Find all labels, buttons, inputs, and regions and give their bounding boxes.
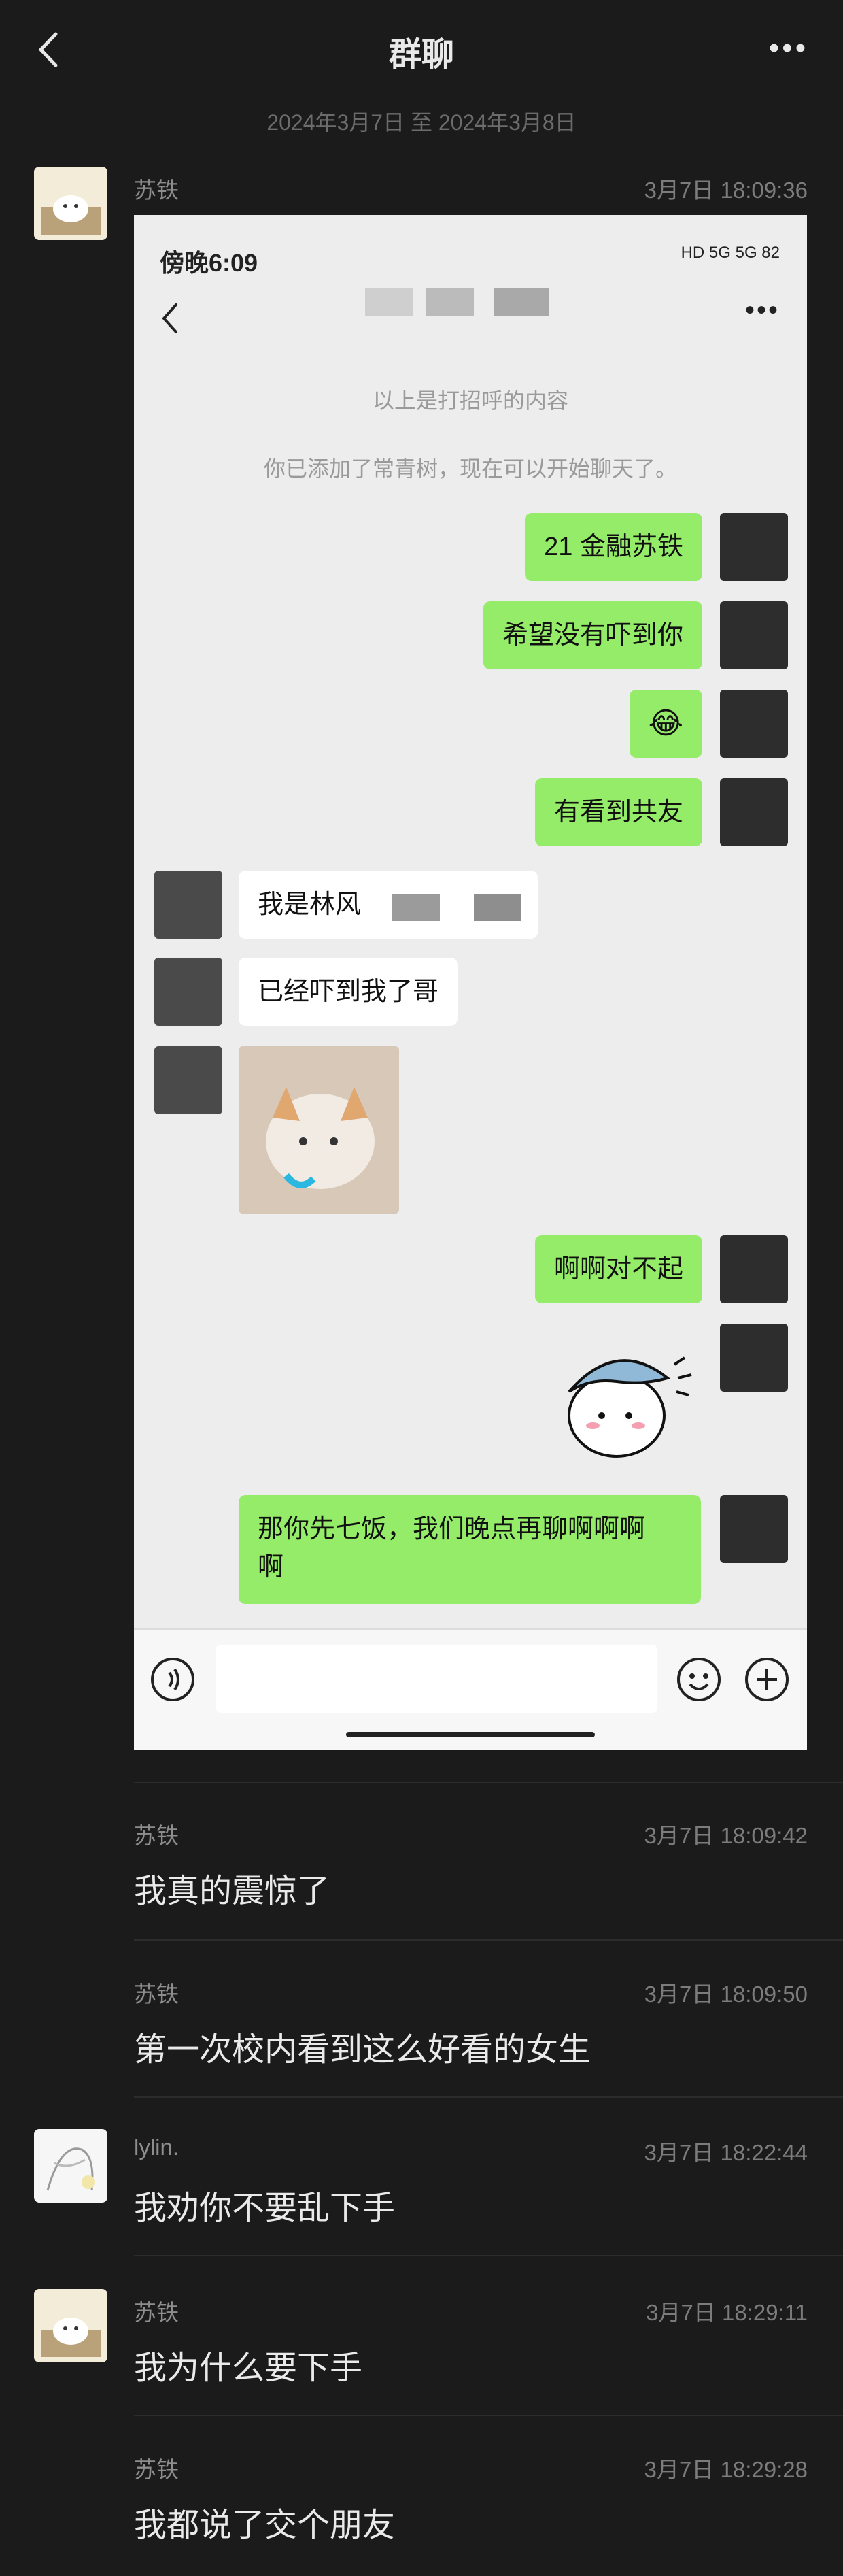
input-bar (134, 1628, 807, 1750)
blurred-name (365, 288, 413, 316)
avatar (720, 1495, 788, 1563)
chat-bubble-sent: 21 金融苏铁 (525, 513, 702, 581)
system-message: 以上是打招呼的内容 (372, 388, 568, 413)
avatar (720, 513, 788, 581)
divider (134, 1782, 843, 1783)
timestamp: 3月7日 18:09:36 (644, 178, 808, 203)
voice-icon (149, 1656, 196, 1703)
divider (134, 2255, 843, 2256)
timestamp: 3月7日 18:29:28 (644, 2457, 808, 2482)
system-message: 你已添加了常青树，现在可以开始聊天了。 (263, 456, 677, 481)
blurred-name (392, 894, 440, 921)
blurred-name (426, 288, 474, 316)
timestamp: 3月7日 18:29:11 (646, 2300, 808, 2325)
sender-name: 苏铁 (134, 1981, 179, 2007)
more-icon: ••• (744, 295, 780, 325)
sender-name: 苏铁 (134, 2300, 179, 2325)
back-icon (154, 298, 184, 339)
chat-bubble-sent: 😂 (629, 690, 702, 758)
message-text[interactable]: 我劝你不要乱下手 (134, 2181, 395, 2228)
page-title: 群聊 (388, 37, 454, 73)
avatar (154, 1046, 222, 1114)
character-sticker (549, 1331, 698, 1467)
status-indicators: HD 5G 5G 82 (681, 244, 780, 262)
sender-name: 苏铁 (134, 178, 179, 203)
timestamp: 3月7日 18:09:50 (644, 1981, 808, 2007)
chat-bubble-received: 已经吓到我了哥 (239, 958, 458, 1026)
avatar[interactable] (34, 167, 107, 240)
home-indicator (346, 1732, 595, 1737)
message-input (216, 1645, 657, 1713)
avatar (720, 778, 788, 846)
bubble-line: 啊 (258, 1553, 284, 1582)
sender-name: lylin. (134, 2135, 179, 2160)
cat-sticker-image (239, 1046, 399, 1214)
timestamp: 3月7日 18:22:44 (644, 2140, 808, 2165)
avatar (154, 958, 222, 1026)
avatar (154, 871, 222, 939)
divider (134, 2096, 843, 2098)
chat-bubble-sent: 啊啊对不起 (534, 1235, 702, 1303)
blurred-name (474, 894, 521, 921)
sender-name: 苏铁 (134, 1823, 179, 1848)
message-text[interactable]: 第一次校内看到这么好看的女生 (134, 2022, 591, 2070)
chat-screenshot-image[interactable]: 傍晚6:09 HD 5G 5G 82 ••• 以上是打招呼的内容 你已添加了常青… (134, 215, 807, 1750)
divider (134, 1939, 843, 1941)
more-icon[interactable]: ••• (761, 24, 816, 72)
avatar (720, 1235, 788, 1303)
divider (134, 2415, 843, 2416)
blurred-name (494, 288, 549, 316)
avatar (720, 1324, 788, 1392)
chat-bubble-sent: 有看到共友 (534, 778, 702, 846)
avatar (720, 690, 788, 758)
timestamp: 3月7日 18:09:42 (644, 1823, 808, 1848)
plus-icon (743, 1656, 791, 1703)
avatar[interactable] (34, 2129, 107, 2203)
bubble-line: 那你先七饭，我们晚点再聊啊啊啊 (258, 1515, 646, 1543)
message-text[interactable]: 我为什么要下手 (134, 2341, 362, 2388)
date-range: 2024年3月7日 至 2024年3月8日 (266, 110, 577, 135)
emoji-icon (675, 1656, 723, 1703)
avatar[interactable] (34, 2289, 107, 2362)
chat-bubble-sent: 那你先七饭，我们晚点再聊啊啊啊 啊 (239, 1495, 701, 1604)
avatar (720, 601, 788, 669)
status-time: 傍晚6:09 (160, 249, 258, 277)
message-text[interactable]: 我真的震惊了 (134, 1864, 330, 1911)
top-bar: 群聊 ••• (0, 0, 843, 95)
chat-bubble-sent: 希望没有吓到你 (483, 601, 702, 669)
message-text[interactable]: 我都说了交个朋友 (134, 2498, 395, 2545)
sender-name: 苏铁 (134, 2457, 179, 2482)
